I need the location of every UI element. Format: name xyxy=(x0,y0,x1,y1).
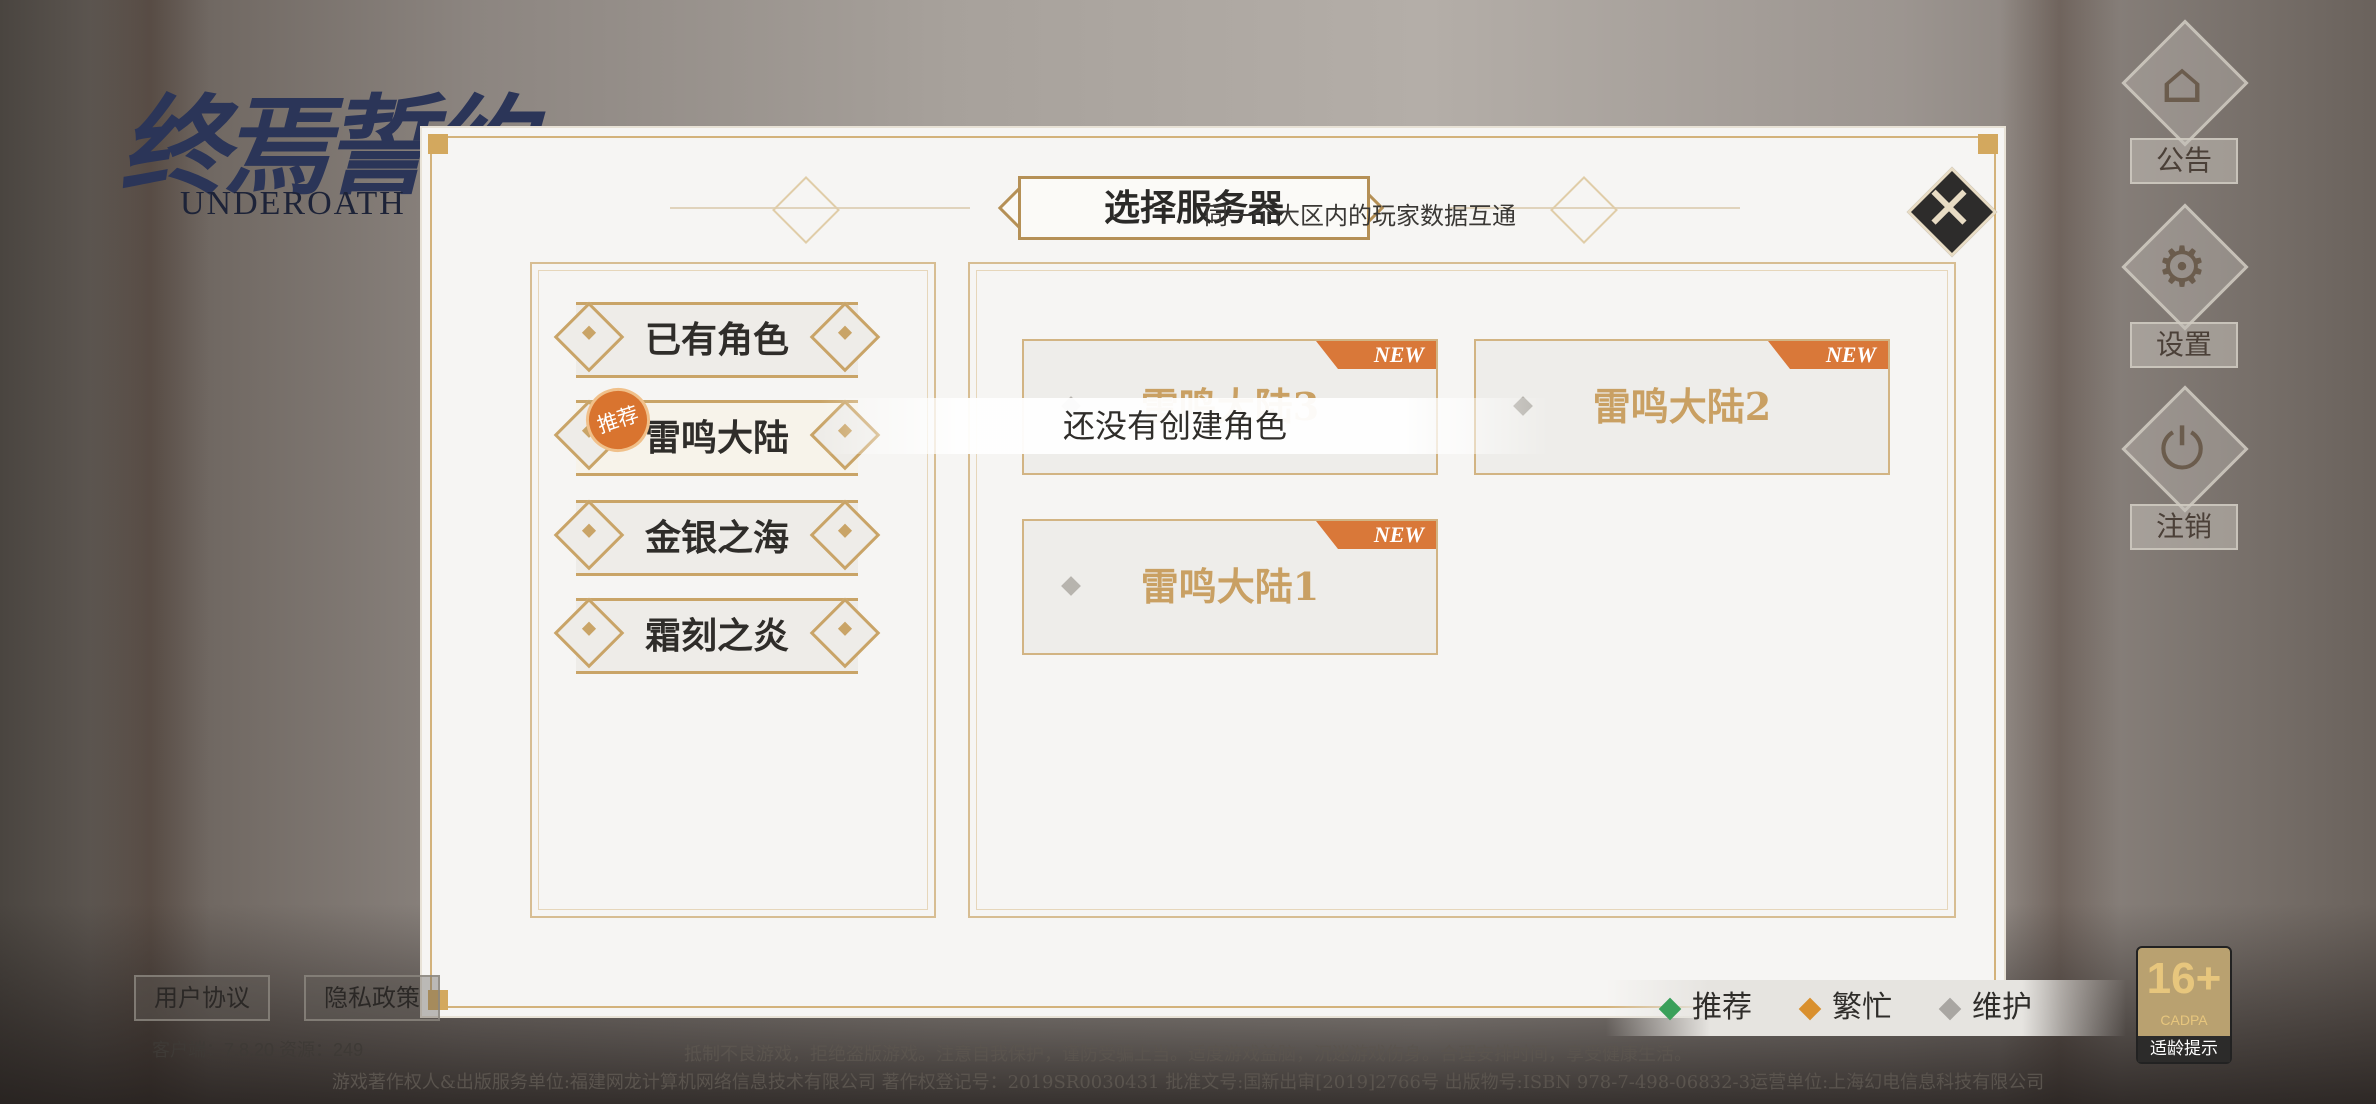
legend-maintenance: 维护 xyxy=(1938,990,2032,1026)
settings-label: 设置 xyxy=(2130,322,2238,368)
user-agreement-link[interactable]: 用户协议 xyxy=(134,975,270,1021)
region-tab-frost-flame[interactable]: 霜刻之炎 xyxy=(553,597,881,674)
legend-label: 维护 xyxy=(1972,990,2032,1025)
no-role-toast: 还没有创建角色 xyxy=(820,398,1550,454)
region-label: 金银之海 xyxy=(644,517,789,559)
region-label: 已有角色 xyxy=(644,319,789,361)
settings-button[interactable]: ⚙ 设置 xyxy=(2112,203,2252,372)
status-legend: 推荐 繁忙 维护 xyxy=(1606,980,2126,1036)
copyright-notice: 游戏著作权人&出版服务单位:福建网龙计算机网络信息技术有限公司 著作权登记号：2… xyxy=(331,1072,2045,1093)
age-number: 16+ xyxy=(2146,954,2222,1003)
new-tag: NEW xyxy=(1768,341,1888,369)
age-org: CADPA xyxy=(2160,1012,2208,1028)
close-button[interactable]: ✕ xyxy=(1906,166,1998,258)
age-rating-badge[interactable]: 16+ CADPA 适龄提示 xyxy=(2136,946,2232,1064)
maintenance-diamond-icon xyxy=(1938,997,1962,1021)
region-label: 霜刻之炎 xyxy=(644,615,789,657)
notice-label: 公告 xyxy=(2130,138,2238,184)
notice-icon: ⌂ xyxy=(2160,51,2204,116)
logout-button[interactable]: ⏻ 注销 xyxy=(2112,385,2252,554)
gear-icon: ⚙ xyxy=(2156,235,2208,300)
region-hint: 同一个大区内的玩家数据互通 xyxy=(1204,202,1516,230)
corner-ornament xyxy=(428,134,448,154)
logout-label: 注销 xyxy=(2130,504,2238,550)
new-tag: NEW xyxy=(1316,341,1436,369)
no-role-text: 还没有创建角色 xyxy=(1062,407,1287,445)
region-tab-existing-roles[interactable]: 已有角色 xyxy=(553,301,881,378)
age-hint: 适龄提示 xyxy=(2138,1036,2230,1062)
logo-subtitle: UNDEROATH xyxy=(180,185,406,222)
close-icon: ✕ xyxy=(1923,174,1975,244)
legend-label: 繁忙 xyxy=(1832,990,1892,1025)
legend-recommended: 推荐 xyxy=(1658,990,1752,1026)
server-select-dialog: 选择服务器 ✕ 已有角色 雷鸣大陆 金银之海 霜刻之炎 推荐 同一个大区内的玩家… xyxy=(420,126,2126,1036)
new-tag: NEW xyxy=(1316,521,1436,549)
power-icon: ⏻ xyxy=(2159,417,2205,482)
server-card-thunder-1[interactable]: 雷鸣大陆1 NEW xyxy=(1022,519,1438,655)
legend-label: 推荐 xyxy=(1692,990,1752,1025)
notice-button[interactable]: ⌂ 公告 xyxy=(2112,19,2252,188)
region-tab-gold-silver-sea[interactable]: 金银之海 xyxy=(553,499,881,576)
legend-busy: 繁忙 xyxy=(1798,990,1892,1026)
privacy-policy-link[interactable]: 隐私政策 xyxy=(304,975,440,1021)
corner-ornament xyxy=(1978,134,1998,154)
recommended-diamond-icon xyxy=(1658,997,1682,1021)
busy-diamond-icon xyxy=(1798,997,1822,1021)
health-notice: 抵制不良游戏，拒绝盗版游戏。注意自我保护，谨防受骗上当。适度游戏益脑，沉迷游戏伤… xyxy=(684,1044,1692,1065)
